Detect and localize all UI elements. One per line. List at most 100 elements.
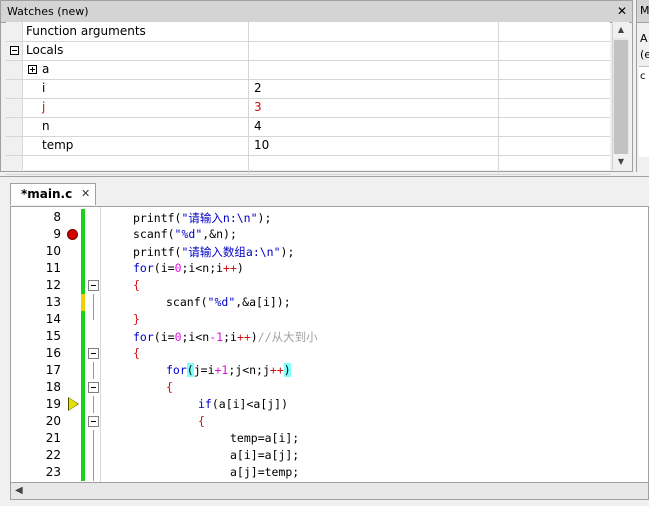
- watch-value: 2: [254, 81, 262, 95]
- fold-line: [93, 464, 94, 481]
- change-marker: [81, 311, 85, 328]
- tab-label: *main.c: [21, 187, 73, 201]
- collapse-icon[interactable]: [10, 46, 19, 55]
- fold-collapse-icon[interactable]: [88, 416, 99, 427]
- line-number: 8: [53, 210, 61, 224]
- fold-line: [93, 362, 94, 379]
- line-number: 16: [45, 346, 61, 360]
- watch-row[interactable]: Locals: [6, 41, 610, 61]
- scroll-left-icon[interactable]: ◀: [15, 485, 23, 496]
- code-line[interactable]: 18 {: [11, 379, 648, 396]
- line-number: 11: [45, 261, 61, 275]
- fold-line: [93, 294, 94, 311]
- expand-icon[interactable]: [28, 65, 37, 74]
- code-line[interactable]: 20 {: [11, 413, 648, 430]
- watch-row[interactable]: i 2: [6, 79, 610, 99]
- watch-name: i: [42, 81, 46, 95]
- line-number: 14: [45, 312, 61, 326]
- change-marker: [81, 430, 85, 447]
- tab-main-c[interactable]: *main.c ✕: [10, 183, 96, 205]
- breakpoint-icon[interactable]: [67, 229, 78, 240]
- editor-horizontal-scrollbar[interactable]: ◀: [10, 483, 649, 500]
- change-marker: [81, 209, 85, 226]
- code-line[interactable]: 22 a[i]=a[j];: [11, 447, 648, 464]
- code-line[interactable]: 17 for(j=i+1;j<n;j++): [11, 362, 648, 379]
- change-marker: [81, 328, 85, 345]
- close-icon[interactable]: ✕: [617, 4, 627, 18]
- change-marker: [81, 345, 85, 362]
- code-line[interactable]: 15 for(i=0;i<n-1;i++)//从大到小: [11, 328, 648, 345]
- watch-name: Locals: [26, 43, 64, 57]
- fold-line: [93, 447, 94, 464]
- fold-line: [93, 430, 94, 447]
- code-line[interactable]: 12 {: [11, 277, 648, 294]
- code-line[interactable]: 11 for(i=0;i<n;i++): [11, 260, 648, 277]
- watch-name: Function arguments: [26, 24, 146, 38]
- change-marker: [81, 464, 85, 481]
- fold-collapse-icon[interactable]: [88, 348, 99, 359]
- watch-row[interactable]: n 4: [6, 117, 610, 137]
- change-marker: [81, 294, 85, 311]
- change-marker: [81, 413, 85, 430]
- watch-name: n: [42, 119, 50, 133]
- watches-title: Watches (new): [7, 5, 89, 18]
- line-number: 17: [45, 363, 61, 377]
- code-line[interactable]: 23 a[j]=temp;: [11, 464, 648, 481]
- watch-row-empty[interactable]: [6, 155, 610, 175]
- change-marker: [81, 379, 85, 396]
- line-number: 23: [45, 465, 61, 479]
- fold-collapse-icon[interactable]: [88, 382, 99, 393]
- fold-line: [93, 311, 94, 320]
- watch-value: 3: [254, 100, 262, 114]
- watch-value: 10: [254, 138, 270, 152]
- line-number: 10: [45, 244, 61, 258]
- line-number: 9: [53, 227, 61, 241]
- fold-line: [93, 396, 94, 413]
- watch-row[interactable]: j 3: [6, 98, 610, 118]
- watch-name: j: [42, 100, 46, 114]
- watches-grid: Function arguments Locals a i 2 j 3 n 4 …: [6, 22, 610, 175]
- line-number: 19: [45, 397, 61, 411]
- watch-value: 4: [254, 119, 262, 133]
- code-line[interactable]: 19 if(a[i]<a[j]): [11, 396, 648, 413]
- code-line[interactable]: 9 scanf("%d",&n);: [11, 226, 648, 243]
- code-line[interactable]: 13 scanf("%d",&a[i]);: [11, 294, 648, 311]
- watches-title-bar: Watches (new) ✕: [1, 1, 632, 23]
- side-panel-content: c: [639, 66, 649, 157]
- change-marker: [81, 243, 85, 260]
- close-icon[interactable]: ✕: [81, 187, 90, 200]
- code-line[interactable]: 10 printf("请输入数组a:\n");: [11, 243, 648, 260]
- line-number: 15: [45, 329, 61, 343]
- side-panel: M A (e c: [636, 0, 649, 172]
- current-line-arrow-fill: [69, 398, 78, 410]
- scroll-down-icon[interactable]: ▼: [613, 154, 629, 170]
- side-panel-text: (e: [640, 48, 649, 61]
- code-line[interactable]: 21 temp=a[i];: [11, 430, 648, 447]
- scroll-thumb[interactable]: [614, 40, 628, 160]
- watch-row[interactable]: Function arguments: [6, 22, 610, 42]
- watch-name: temp: [42, 138, 74, 152]
- code-line[interactable]: 8 printf("请输入n:\n");: [11, 209, 648, 226]
- watch-row[interactable]: a: [6, 60, 610, 80]
- line-number: 18: [45, 380, 61, 394]
- change-marker: [81, 396, 85, 413]
- line-number: 13: [45, 295, 61, 309]
- line-number: 12: [45, 278, 61, 292]
- code-line[interactable]: 14 }: [11, 311, 648, 328]
- change-marker: [81, 226, 85, 243]
- line-number: 20: [45, 414, 61, 428]
- side-panel-text: c: [640, 71, 646, 82]
- watch-name: a: [42, 62, 50, 76]
- watch-row[interactable]: temp 10: [6, 136, 610, 156]
- side-panel-text: A: [640, 32, 648, 45]
- fold-collapse-icon[interactable]: [88, 280, 99, 291]
- side-panel-title-bar: M: [637, 0, 649, 23]
- watches-vertical-scrollbar[interactable]: ▲ ▼: [612, 22, 629, 170]
- line-number: 21: [45, 431, 61, 445]
- code-editor[interactable]: 8 printf("请输入n:\n"); 9 scanf("%d",&n); 1…: [10, 206, 649, 483]
- code-line[interactable]: 16 {: [11, 345, 648, 362]
- change-marker: [81, 447, 85, 464]
- change-marker: [81, 362, 85, 379]
- change-marker: [81, 260, 85, 277]
- scroll-up-icon[interactable]: ▲: [613, 22, 629, 38]
